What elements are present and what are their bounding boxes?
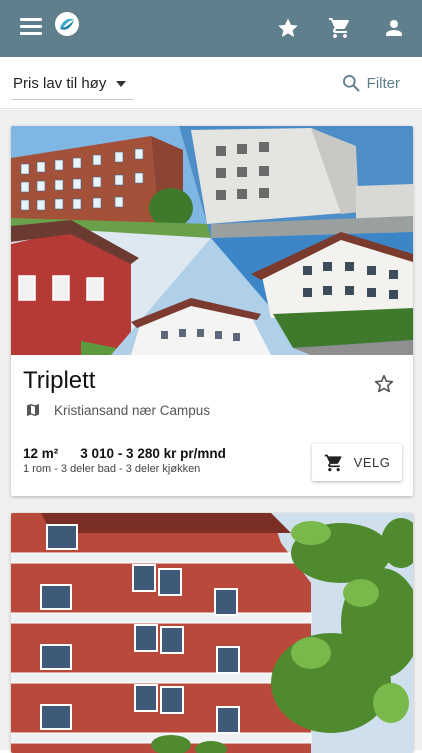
filter-button[interactable]: Filter xyxy=(341,73,400,93)
sort-label: Pris lav til høy xyxy=(13,75,107,92)
listing-feed: Triplett Kristiansand nær Campus 12 m² 3 … xyxy=(0,110,422,753)
listing-price: 3 010 - 3 280 kr pr/mnd xyxy=(80,446,226,461)
listing-size: 12 m² xyxy=(23,446,59,461)
select-button[interactable]: VELG xyxy=(312,444,402,481)
listing-details: 1 rom - 3 deler bad - 3 deler kjøkken xyxy=(23,463,201,475)
listing-summary: 12 m² 3 010 - 3 280 kr pr/mnd xyxy=(23,446,226,461)
star-outline-icon[interactable] xyxy=(373,373,395,395)
cart-icon xyxy=(324,454,342,471)
location-label: Kristiansand nær Campus xyxy=(54,402,211,418)
star-icon[interactable] xyxy=(276,16,300,40)
account-icon[interactable] xyxy=(382,16,406,40)
search-icon xyxy=(342,75,360,92)
sort-filter-bar: Pris lav til høy Filter xyxy=(0,57,422,109)
listing-card[interactable] xyxy=(11,513,413,753)
chevron-down-icon xyxy=(116,81,126,87)
listing-photo[interactable] xyxy=(11,513,413,753)
app-bar xyxy=(0,0,422,57)
listing-card[interactable]: Triplett Kristiansand nær Campus 12 m² 3 … xyxy=(11,126,413,496)
menu-icon[interactable] xyxy=(20,18,42,38)
map-icon xyxy=(27,404,39,416)
filter-label: Filter xyxy=(366,74,400,92)
sort-select[interactable]: Pris lav til høy xyxy=(12,72,134,100)
listing-title[interactable]: Triplett xyxy=(23,367,95,395)
listing-photo-collage[interactable] xyxy=(11,126,413,355)
select-button-label: VELG xyxy=(353,455,391,470)
listing-location: Kristiansand nær Campus xyxy=(25,402,210,418)
logo-icon[interactable] xyxy=(54,11,80,37)
cart-icon[interactable] xyxy=(328,16,352,40)
